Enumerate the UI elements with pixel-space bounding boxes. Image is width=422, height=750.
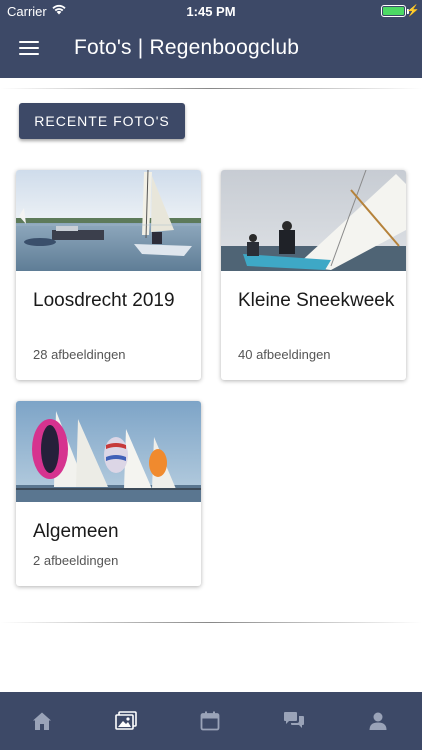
album-title: Loosdrecht 2019 — [33, 290, 175, 311]
recent-photos-button[interactable]: RECENTE FOTO'S — [19, 103, 185, 139]
tab-calendar[interactable] — [168, 692, 252, 750]
album-title: Kleine Sneekweek — [238, 290, 395, 311]
home-icon — [33, 712, 51, 730]
album-title: Algemeen — [33, 521, 119, 542]
bottom-divider — [0, 622, 422, 623]
battery-icon — [381, 5, 409, 17]
tab-chat[interactable] — [252, 692, 336, 750]
chat-icon — [284, 712, 304, 728]
page-title: Foto's | Regenboogclub — [74, 36, 300, 59]
charging-icon: ⚡ — [406, 5, 420, 17]
album-card[interactable]: Algemeen 2 afbeeldingen — [16, 401, 201, 586]
album-count: 2 afbeeldingen — [33, 553, 119, 568]
tab-photos[interactable] — [84, 692, 168, 750]
menu-button[interactable] — [19, 41, 39, 57]
album-count: 28 afbeeldingen — [33, 347, 126, 362]
profile-icon — [369, 712, 387, 730]
album-card[interactable]: Loosdrecht 2019 28 afbeeldingen — [16, 170, 201, 380]
album-thumbnail — [16, 401, 201, 502]
album-count: 40 afbeeldingen — [238, 347, 331, 362]
tab-home[interactable] — [0, 692, 84, 750]
photos-icon — [115, 711, 137, 730]
app-header: Carrier 1:45 PM ⚡ Foto's | Regenboogclub — [0, 0, 422, 78]
tab-profile[interactable] — [336, 692, 420, 750]
album-thumbnail — [16, 170, 201, 271]
album-card[interactable]: Kleine Sneekweek 40 afbeeldingen — [221, 170, 406, 380]
calendar-icon — [200, 711, 220, 731]
top-divider — [0, 88, 422, 89]
status-time: 1:45 PM — [186, 4, 236, 19]
tab-bar — [0, 692, 422, 750]
status-bar: Carrier 1:45 PM ⚡ — [0, 0, 422, 22]
album-thumbnail — [221, 170, 406, 271]
